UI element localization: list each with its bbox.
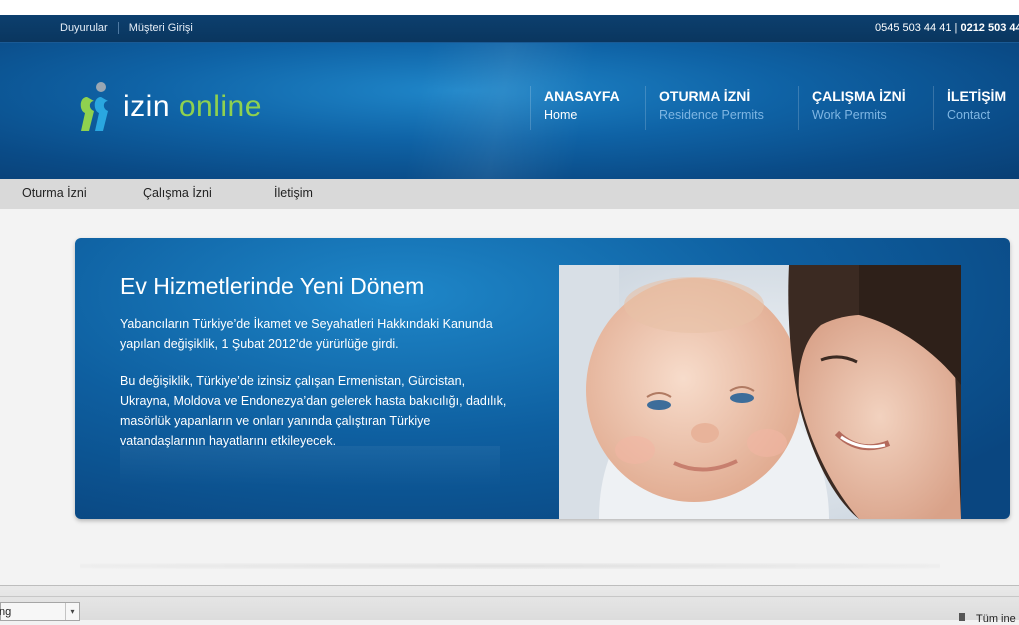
nav-item-residence-permits[interactable]: OTURMA İZNİ Residence Permits [645,86,764,130]
content-shadow [80,563,940,569]
subnav-residence-permit[interactable]: Oturma İzni [22,186,87,200]
browser-status-bar: ng ▾ Tüm ine [0,585,1019,625]
nav-item-subtitle: Contact [947,108,991,122]
status-right-text[interactable]: Tüm ine [976,613,1016,625]
news-banner[interactable]: Ev Hizmetlerinde Yeni Dönem Yabancıların… [75,238,1010,519]
subnav-contact[interactable]: İletişim [274,186,313,200]
top-link-divider [117,22,119,34]
banner-paragraph-2: Bu değişiklik, Türkiye’de izinsiz çalışa… [120,374,507,448]
site-header: izin online ANASAYFA Home OTURMA İZNİ Re… [0,43,1019,179]
subnav-work-permit[interactable]: Çalışma İzni [143,186,212,200]
top-white-strip [0,0,1019,15]
phone-2: 0212 503 44 [960,22,1019,34]
banner-title: Ev Hizmetlerinde Yeni Dönem [120,273,425,299]
nav-item-contact[interactable]: İLETİŞİM Contact [933,86,1006,130]
announcements-link[interactable]: Duyurular [60,22,108,34]
banner-text-reflection [120,446,500,486]
nav-item-home[interactable]: ANASAYFA Home [530,86,620,130]
main-nav: ANASAYFA Home OTURMA İZNİ Residence Perm… [0,86,1019,136]
nav-item-title: ANASAYFA [544,88,620,104]
zoom-dropdown-value: ng [0,606,12,618]
nav-item-work-permits[interactable]: ÇALIŞMA İZNİ Work Permits [798,86,906,130]
customer-login-link[interactable]: Müşteri Girişi [129,22,193,34]
phone-numbers: 0545 503 44 41 | 0212 503 44 [875,22,1019,34]
sub-nav: Oturma İzni Çalışma İzni İletişim [0,179,1019,209]
banner-paragraph-1: Yabancıların Türkiye’de İkamet ve Seyaha… [120,317,493,351]
nav-item-title: İLETİŞİM [947,88,1007,104]
zoom-dropdown[interactable]: ng ▾ [0,602,80,621]
phone-separator: | [954,22,958,34]
nav-item-subtitle: Residence Permits [659,108,764,122]
nav-item-subtitle: Work Permits [812,108,887,122]
mother-and-baby-photo [559,265,961,519]
top-links: Duyurular Müşteri Girişi [60,22,193,34]
status-divider [0,596,1019,597]
phone-1: 0545 503 44 41 [875,22,952,34]
nav-item-title: OTURMA İZNİ [659,88,751,104]
chevron-down-icon[interactable]: ▾ [65,603,79,620]
top-bar: Duyurular Müşteri Girişi 0545 503 44 41 … [0,15,1019,43]
nav-item-title: ÇALIŞMA İZNİ [812,88,906,104]
photo-illustration [559,265,961,519]
nav-item-subtitle: Home [544,108,578,122]
